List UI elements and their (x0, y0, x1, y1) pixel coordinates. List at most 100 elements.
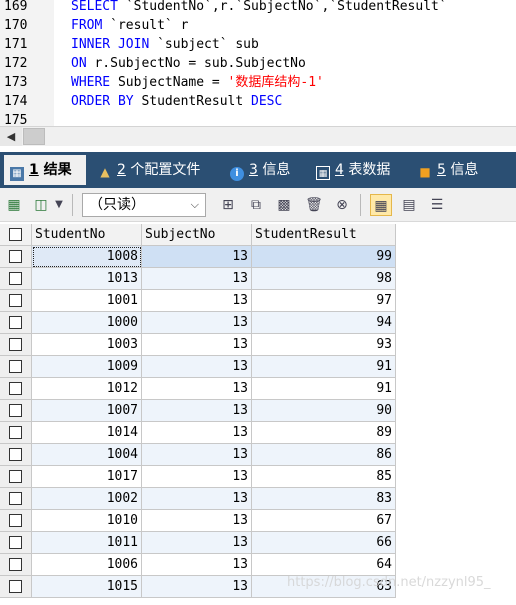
duplicate-row-icon[interactable]: ⧉ (245, 194, 267, 216)
row-checkbox[interactable] (9, 338, 22, 351)
row-select-cell[interactable] (0, 444, 32, 466)
code-line[interactable]: 175 (0, 111, 516, 126)
cell-subjectno[interactable]: 13 (142, 246, 252, 268)
save-icon[interactable]: ▩ (273, 194, 295, 216)
cell-studentresult[interactable]: 67 (252, 510, 396, 532)
cell-studentresult[interactable]: 91 (252, 378, 396, 400)
row-checkbox[interactable] (9, 272, 22, 285)
row-checkbox[interactable] (9, 492, 22, 505)
cell-studentno[interactable]: 1001 (32, 290, 142, 312)
text-view-icon[interactable]: ☰ (426, 194, 448, 216)
code-line[interactable]: 169 SELECT `StudentNo`,r.`SubjectNo`,`Stu… (0, 0, 516, 16)
import-dropdown-arrow-icon[interactable]: ▼ (52, 194, 66, 216)
column-header-studentno[interactable]: StudentNo (32, 224, 142, 246)
cell-subjectno[interactable]: 13 (142, 290, 252, 312)
cell-subjectno[interactable]: 13 (142, 554, 252, 576)
export-icon[interactable]: ▦ (3, 194, 25, 216)
row-checkbox[interactable] (9, 580, 22, 593)
cell-subjectno[interactable]: 13 (142, 400, 252, 422)
row-select-cell[interactable] (0, 466, 32, 488)
tab-info-2[interactable]: ■ 5 信息 (418, 155, 478, 185)
editor-horizontal-scrollbar[interactable]: ◀ (0, 126, 516, 146)
cell-studentno[interactable]: 1009 (32, 356, 142, 378)
row-select-cell[interactable] (0, 400, 32, 422)
cell-subjectno[interactable]: 13 (142, 334, 252, 356)
row-select-cell[interactable] (0, 510, 32, 532)
edit-mode-select[interactable]: （只读） ⌵ (82, 193, 206, 217)
cell-studentno[interactable]: 1002 (32, 488, 142, 510)
row-checkbox[interactable] (9, 536, 22, 549)
cell-studentno[interactable]: 1010 (32, 510, 142, 532)
sql-editor[interactable]: 169 SELECT `StudentNo`,r.`SubjectNo`,`Stu… (0, 0, 516, 126)
cell-subjectno[interactable]: 13 (142, 466, 252, 488)
row-checkbox[interactable] (9, 448, 22, 461)
row-select-cell[interactable] (0, 312, 32, 334)
row-select-cell[interactable] (0, 246, 32, 268)
row-checkbox[interactable] (9, 514, 22, 527)
cell-studentno[interactable]: 1000 (32, 312, 142, 334)
cell-subjectno[interactable]: 13 (142, 422, 252, 444)
cell-studentresult[interactable]: 85 (252, 466, 396, 488)
cell-subjectno[interactable]: 13 (142, 532, 252, 554)
cell-subjectno[interactable]: 13 (142, 268, 252, 290)
cell-studentno[interactable]: 1012 (32, 378, 142, 400)
row-select-cell[interactable] (0, 356, 32, 378)
cell-studentresult[interactable]: 98 (252, 268, 396, 290)
cell-studentno[interactable]: 1004 (32, 444, 142, 466)
cell-studentno[interactable]: 1007 (32, 400, 142, 422)
column-header-studentresult[interactable]: StudentResult (252, 224, 396, 246)
row-checkbox[interactable] (9, 250, 22, 263)
cell-studentresult[interactable]: 97 (252, 290, 396, 312)
cell-studentno[interactable]: 1008 (32, 246, 142, 268)
delete-icon[interactable]: 🗑 (303, 194, 325, 216)
cell-studentresult[interactable]: 64 (252, 554, 396, 576)
cell-studentno[interactable]: 1013 (32, 268, 142, 290)
cell-subjectno[interactable]: 13 (142, 356, 252, 378)
select-all-cell[interactable] (0, 224, 32, 246)
row-select-cell[interactable] (0, 334, 32, 356)
tab-results[interactable]: ▦ 1 结果 (4, 155, 86, 185)
row-checkbox[interactable] (9, 470, 22, 483)
code-line[interactable]: 174 ORDER BY StudentResult DESC (0, 92, 516, 111)
cell-studentresult[interactable]: 93 (252, 334, 396, 356)
row-select-cell[interactable] (0, 422, 32, 444)
tab-profiles[interactable]: ▲ 2 个配置文件 (98, 155, 200, 185)
row-select-cell[interactable] (0, 290, 32, 312)
row-checkbox[interactable] (9, 404, 22, 417)
cell-subjectno[interactable]: 13 (142, 576, 252, 598)
cancel-changes-icon[interactable]: ⊗ (331, 194, 353, 216)
cell-studentresult[interactable]: 66 (252, 532, 396, 554)
code-line[interactable]: 171 INNER JOIN `subject` sub (0, 35, 516, 54)
cell-studentresult[interactable]: 94 (252, 312, 396, 334)
select-all-checkbox[interactable] (9, 228, 22, 241)
column-header-subjectno[interactable]: SubjectNo (142, 224, 252, 246)
row-checkbox[interactable] (9, 382, 22, 395)
row-select-cell[interactable] (0, 268, 32, 290)
row-select-cell[interactable] (0, 532, 32, 554)
row-select-cell[interactable] (0, 576, 32, 598)
cell-studentresult[interactable]: 99 (252, 246, 396, 268)
row-checkbox[interactable] (9, 360, 22, 373)
scrollbar-thumb[interactable] (23, 128, 45, 145)
tab-table-data[interactable]: ▦ 4 表数据 (316, 155, 390, 185)
cell-subjectno[interactable]: 13 (142, 510, 252, 532)
cell-studentresult[interactable]: 83 (252, 488, 396, 510)
row-select-cell[interactable] (0, 554, 32, 576)
row-checkbox[interactable] (9, 294, 22, 307)
row-checkbox[interactable] (9, 558, 22, 571)
tab-info[interactable]: i3 信息 (230, 155, 290, 185)
insert-row-icon[interactable]: ⊞ (217, 194, 239, 216)
cell-subjectno[interactable]: 13 (142, 378, 252, 400)
cell-studentno[interactable]: 1003 (32, 334, 142, 356)
row-select-cell[interactable] (0, 378, 32, 400)
cell-studentresult[interactable]: 86 (252, 444, 396, 466)
cell-studentresult[interactable]: 90 (252, 400, 396, 422)
import-icon[interactable]: ◫ (30, 194, 52, 216)
code-line[interactable]: 173 WHERE SubjectName = '数据库结构-1' (0, 73, 516, 92)
result-grid[interactable]: StudentNo SubjectNo StudentResult 1008 13… (0, 222, 516, 605)
cell-studentno[interactable]: 1011 (32, 532, 142, 554)
cell-subjectno[interactable]: 13 (142, 312, 252, 334)
code-line[interactable]: 172 ON r.SubjectNo = sub.SubjectNo (0, 54, 516, 73)
scroll-left-arrow-icon[interactable]: ◀ (0, 127, 22, 146)
row-checkbox[interactable] (9, 316, 22, 329)
